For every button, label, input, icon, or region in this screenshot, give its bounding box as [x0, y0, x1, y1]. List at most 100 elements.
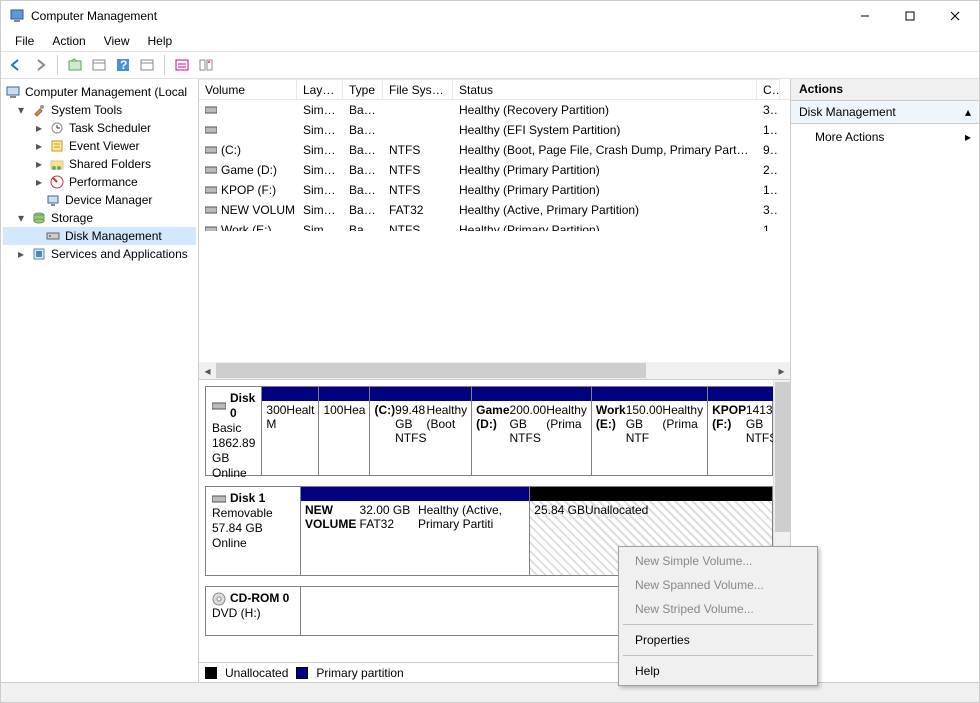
volume-layout: Simple [297, 200, 343, 220]
actions-section[interactable]: Disk Management ▴ [791, 101, 979, 124]
col-status[interactable]: Status [453, 79, 757, 99]
partition[interactable]: 100Hea [319, 387, 370, 475]
chevron-right-icon[interactable]: ▸ [33, 140, 45, 152]
chevron-right-icon[interactable]: ▸ [33, 158, 45, 170]
tree-device-manager[interactable]: Device Manager [3, 191, 196, 209]
volume-cap: 20 [757, 160, 780, 180]
volume-name: NEW VOLUME [221, 202, 297, 218]
toolbar: ? [1, 51, 979, 79]
minimize-button[interactable] [842, 2, 887, 30]
volume-status: Healthy (Recovery Partition) [453, 100, 757, 120]
tree-storage[interactable]: ▾ Storage [3, 209, 196, 227]
context-new-spanned[interactable]: New Spanned Volume... [621, 573, 815, 597]
tree-shared-folders[interactable]: ▸ Shared Folders [3, 155, 196, 173]
maximize-button[interactable] [887, 2, 932, 30]
disk-info[interactable]: CD-ROM 0DVD (H:) [206, 587, 301, 635]
disk-title: Disk 0 [230, 391, 255, 421]
chevron-right-icon[interactable]: ▸ [33, 122, 45, 134]
actions-more[interactable]: More Actions ▸ [791, 124, 979, 150]
toolbar-icon-5[interactable] [195, 54, 217, 76]
volume-list[interactable]: Volume Layout Type File System Status Ca… [199, 79, 790, 379]
app-window: Computer Management File Action View Hel… [0, 0, 980, 703]
tree-services-apps[interactable]: ▸ Services and Applications [3, 245, 196, 263]
chevron-right-icon[interactable]: ▸ [15, 248, 27, 260]
col-layout[interactable]: Layout [297, 79, 343, 99]
disk-icon [45, 228, 61, 244]
context-new-simple[interactable]: New Simple Volume... [621, 549, 815, 573]
menu-file[interactable]: File [7, 32, 42, 50]
col-type[interactable]: Type [343, 79, 383, 99]
back-button[interactable] [5, 54, 27, 76]
chevron-right-icon[interactable]: ▸ [33, 176, 45, 188]
disk-icon [205, 145, 217, 155]
horizontal-scrollbar[interactable]: ◂ ▸ [199, 362, 790, 379]
disk-info[interactable]: Disk 1Removable57.84 GBOnline [206, 487, 301, 575]
context-menu: New Simple Volume... New Spanned Volume.… [618, 546, 818, 686]
partition-bar [370, 387, 471, 401]
partition-size: 1413.01 GB NTFS [746, 403, 773, 473]
collapse-up-icon[interactable]: ▴ [965, 105, 971, 119]
col-fs[interactable]: File System [383, 79, 453, 99]
partition[interactable]: Game (D:)200.00 GB NTFSHealthy (Prima [472, 387, 592, 475]
volume-row[interactable]: SimpleBasicHealthy (Recovery Partition)3… [199, 100, 790, 120]
volume-layout: Simple [297, 160, 343, 180]
volume-row[interactable]: Work (E:)SimpleBasicNTFSHealthy (Primary… [199, 220, 790, 231]
toolbar-icon-1[interactable] [64, 54, 86, 76]
actions-more-label: More Actions [815, 130, 965, 144]
partition[interactable]: (C:)99.48 GB NTFSHealthy (Boot [370, 387, 472, 475]
context-new-striped[interactable]: New Striped Volume... [621, 597, 815, 621]
volume-row[interactable]: KPOP (F:)SimpleBasicNTFSHealthy (Primary… [199, 180, 790, 200]
chevron-down-icon[interactable]: ▾ [15, 212, 27, 224]
navigation-tree[interactable]: Computer Management (Local ▾ System Tool… [1, 79, 199, 682]
toolbar-icon-4[interactable] [171, 54, 193, 76]
forward-button[interactable] [29, 54, 51, 76]
partition-status: Healthy (Boot [426, 403, 467, 473]
help-icon[interactable]: ? [112, 54, 134, 76]
partition[interactable]: KPOP (F:)1413.01 GB NTFSHealthy (Primary… [708, 387, 773, 475]
volume-row[interactable]: SimpleBasicHealthy (EFI System Partition… [199, 120, 790, 140]
col-volume[interactable]: Volume [199, 79, 297, 99]
toolbar-icon-3[interactable] [136, 54, 158, 76]
volume-status: Healthy (Boot, Page File, Crash Dump, Pr… [453, 140, 757, 160]
volume-type: Basic [343, 120, 383, 140]
tree-performance[interactable]: ▸ Performance [3, 173, 196, 191]
tree-event-viewer[interactable]: ▸ Event Viewer [3, 137, 196, 155]
scroll-thumb[interactable] [775, 382, 790, 532]
scroll-left-icon[interactable]: ◂ [199, 362, 216, 379]
volume-header[interactable]: Volume Layout Type File System Status Ca [199, 79, 790, 100]
tree-root[interactable]: Computer Management (Local [3, 83, 196, 101]
volume-cap: 99 [757, 140, 780, 160]
close-button[interactable] [932, 2, 977, 30]
partition-name: (C:) [374, 403, 395, 473]
partition[interactable]: Work (E:)150.00 GB NTFHealthy (Prima [592, 387, 708, 475]
context-properties[interactable]: Properties [621, 628, 815, 652]
scroll-right-icon[interactable]: ▸ [773, 362, 790, 379]
partition-status: Healthy (Active, Primary Partiti [418, 503, 525, 573]
context-help[interactable]: Help [621, 659, 815, 683]
tree-system-tools[interactable]: ▾ System Tools [3, 101, 196, 119]
partition-size: 150.00 GB NTF [626, 403, 663, 473]
tree-task-scheduler[interactable]: ▸ Task Scheduler [3, 119, 196, 137]
chevron-down-icon[interactable]: ▾ [15, 104, 27, 116]
menu-help[interactable]: Help [140, 32, 181, 50]
storage-icon [31, 210, 47, 226]
menu-view[interactable]: View [96, 32, 138, 50]
volume-row[interactable]: Game (D:)SimpleBasicNTFSHealthy (Primary… [199, 160, 790, 180]
volume-cap: 31 [757, 200, 780, 220]
partition[interactable]: NEW VOLUME32.00 GB FAT32Healthy (Active,… [301, 487, 530, 575]
main-body: Computer Management (Local ▾ System Tool… [1, 79, 979, 682]
tree-disk-management[interactable]: Disk Management [3, 227, 196, 245]
toolbar-icon-2[interactable] [88, 54, 110, 76]
partition-size: 200.00 GB NTFS [510, 403, 547, 473]
device-icon [45, 192, 61, 208]
menu-action[interactable]: Action [44, 32, 93, 50]
volume-status: Healthy (Primary Partition) [453, 220, 757, 231]
disk-info[interactable]: Disk 0Basic1862.89 GBOnline [206, 387, 262, 475]
col-cap[interactable]: Ca [757, 79, 780, 99]
volume-row[interactable]: (C:)SimpleBasicNTFSHealthy (Boot, Page F… [199, 140, 790, 160]
partition[interactable]: 300 MHealt [262, 387, 319, 475]
tree-label: System Tools [51, 103, 122, 117]
partitions: 300 MHealt100Hea(C:)99.48 GB NTFSHealthy… [262, 387, 773, 475]
volume-row[interactable]: NEW VOLUMESimpleBasicFAT32Healthy (Activ… [199, 200, 790, 220]
scroll-thumb[interactable] [216, 363, 646, 378]
